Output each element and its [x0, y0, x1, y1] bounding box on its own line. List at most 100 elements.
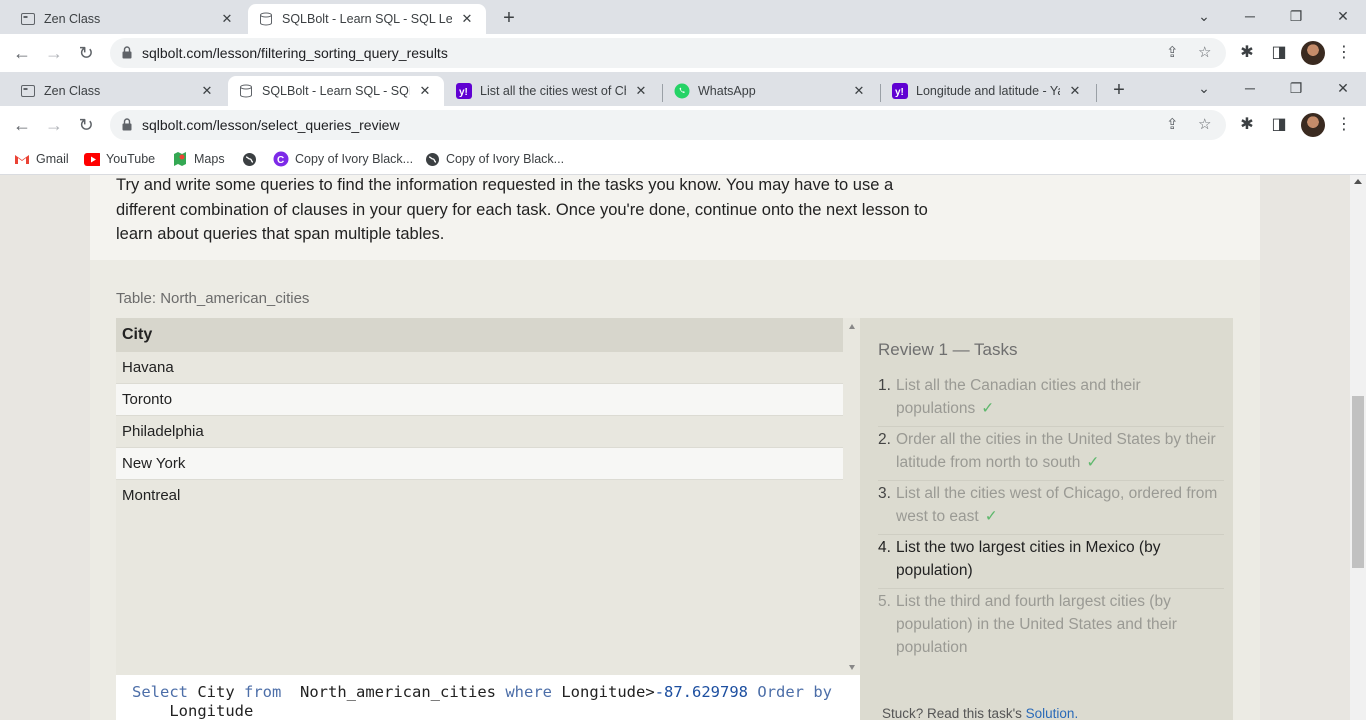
bookmark-maps[interactable]: Maps — [172, 149, 225, 169]
zen-class-icon — [20, 11, 36, 27]
task-item-2[interactable]: 2. Order all the cities in the United St… — [878, 428, 1224, 481]
scroll-up-arrow-icon[interactable] — [849, 324, 855, 329]
tab-separator — [1096, 84, 1097, 102]
solution-link[interactable]: Solution. — [1026, 706, 1079, 720]
intro-text: Try and write some queries to find the i… — [116, 176, 928, 243]
task-number: 4. — [878, 539, 891, 556]
task-item-1[interactable]: 1. List all the Canadian cities and thei… — [878, 374, 1224, 427]
task-number: 5. — [878, 593, 891, 610]
task-item-3[interactable]: 3. List all the cities west of Chicago, … — [878, 482, 1224, 535]
bookmark-label: Copy of Ivory Black... — [295, 152, 414, 166]
task-number: 3. — [878, 485, 891, 502]
menu-icon[interactable]: ⋮ — [1333, 42, 1355, 62]
sql-keyword: Order by — [757, 683, 833, 701]
sql-query-editor[interactable]: Select City from North_american_cities w… — [116, 675, 860, 720]
tab-zen-class[interactable]: Zen Class ✕ — [10, 4, 246, 34]
close-icon[interactable]: ✕ — [632, 83, 650, 99]
bookmark-label: YouTube — [106, 152, 156, 166]
tab-whatsapp[interactable]: WhatsApp ✕ — [664, 76, 878, 106]
globe-icon — [241, 151, 257, 167]
task-item-5[interactable]: 5. List the third and fourth largest cit… — [878, 590, 1224, 665]
page-scrollbar[interactable] — [1350, 175, 1366, 720]
svg-text:C: C — [277, 155, 284, 166]
reload-button[interactable]: ↻ — [72, 112, 100, 138]
forward-button[interactable]: → — [40, 112, 68, 138]
bookmarks-bar: Gmail YouTube Maps C Copy of Ivory Black… — [0, 144, 1366, 175]
task-text: Order all the cities in the United State… — [896, 431, 1216, 471]
restore-button[interactable]: ❐ — [1280, 76, 1312, 100]
tab-sqlbolt[interactable]: SQLBolt - Learn SQL - SQL Lesson ✕ — [248, 4, 486, 34]
share-icon[interactable]: ⇪ — [1166, 115, 1179, 133]
tab-sqlbolt[interactable]: SQLBolt - Learn SQL - SQL Re ✕ — [228, 76, 444, 106]
task-text: List all the cities west of Chicago, ord… — [896, 485, 1218, 525]
yahoo-icon: y! — [456, 83, 472, 99]
bookmark-youtube[interactable]: YouTube — [84, 149, 155, 169]
bookmark-globe[interactable] — [241, 149, 263, 169]
address-bar[interactable]: sqlbolt.com/lesson/select_queries_review… — [110, 110, 1226, 140]
bookmark-star-icon[interactable]: ☆ — [1198, 115, 1211, 133]
stuck-hint: Stuck? Read this task's Solution. — [882, 706, 1078, 720]
extensions-icon[interactable]: ✱ — [1236, 42, 1258, 62]
restore-button[interactable]: ❐ — [1280, 4, 1312, 28]
lock-icon — [122, 46, 132, 64]
share-icon[interactable]: ⇪ — [1166, 43, 1179, 61]
window-close-button[interactable]: ✕ — [1327, 76, 1359, 100]
column-header-city: City — [116, 318, 843, 352]
profile-avatar[interactable] — [1301, 41, 1325, 65]
menu-icon[interactable]: ⋮ — [1333, 114, 1355, 134]
table-row: New York — [116, 448, 843, 480]
tasks-panel: Review 1 — Tasks 1. List all the Canadia… — [860, 318, 1233, 720]
address-bar[interactable]: sqlbolt.com/lesson/filtering_sorting_que… — [110, 38, 1226, 68]
svg-text:y!: y! — [895, 87, 904, 98]
tab-yahoo-cities[interactable]: y! List all the cities west of Chic ✕ — [446, 76, 660, 106]
new-tab-button[interactable]: + — [495, 6, 523, 30]
bookmark-label: Maps — [194, 152, 225, 166]
side-panel-icon[interactable]: ◨ — [1268, 114, 1290, 134]
tab-search-icon[interactable]: ⌄ — [1188, 76, 1220, 100]
close-icon[interactable]: ✕ — [1066, 83, 1084, 99]
scrollbar-thumb[interactable] — [1352, 396, 1364, 568]
minimize-button[interactable]: ─ — [1234, 76, 1266, 100]
tab-separator — [880, 84, 881, 102]
scroll-up-arrow-icon[interactable] — [1354, 179, 1362, 184]
close-icon[interactable]: ✕ — [416, 83, 434, 99]
sql-keyword: where — [505, 683, 552, 701]
close-icon[interactable]: ✕ — [198, 83, 216, 99]
outer-tab-strip: Zen Class ✕ SQLBolt - Learn SQL - SQL Le… — [0, 0, 1366, 34]
close-icon[interactable]: ✕ — [458, 11, 476, 27]
task-text: List the third and fourth largest cities… — [896, 593, 1177, 656]
check-icon: ✓ — [984, 508, 998, 525]
task-number: 1. — [878, 377, 891, 394]
check-icon: ✓ — [981, 400, 995, 417]
side-panel-icon[interactable]: ◨ — [1268, 42, 1290, 62]
maps-icon — [172, 151, 188, 167]
minimize-button[interactable]: ─ — [1234, 4, 1266, 28]
bookmark-gmail[interactable]: Gmail — [14, 149, 69, 169]
extensions-icon[interactable]: ✱ — [1236, 114, 1258, 134]
tab-title: List all the cities west of Chic — [480, 84, 626, 98]
profile-avatar[interactable] — [1301, 113, 1325, 137]
close-icon[interactable]: ✕ — [218, 11, 236, 27]
whatsapp-icon — [674, 83, 690, 99]
sql-number: -87.629798 — [654, 683, 749, 701]
tab-search-icon[interactable]: ⌄ — [1188, 4, 1220, 28]
scroll-down-arrow-icon[interactable] — [849, 665, 855, 670]
reload-button[interactable]: ↻ — [72, 40, 100, 66]
bookmark-canva-copy[interactable]: C Copy of Ivory Black... — [273, 149, 413, 169]
task-item-4[interactable]: 4. List the two largest cities in Mexico… — [878, 536, 1224, 589]
results-table[interactable]: City Havana Toronto Philadelphia New Yor… — [116, 318, 860, 676]
new-tab-button[interactable]: + — [1105, 78, 1133, 102]
window-close-button[interactable]: ✕ — [1327, 4, 1359, 28]
forward-button[interactable]: → — [40, 40, 68, 66]
tab-zen-class[interactable]: Zen Class ✕ — [10, 76, 226, 106]
gmail-icon — [14, 151, 30, 167]
sql-table: North_american_cities — [300, 683, 496, 701]
tab-yahoo-longitude[interactable]: y! Longitude and latitude - Yah ✕ — [882, 76, 1094, 106]
tab-title: Zen Class — [44, 84, 101, 98]
back-button[interactable]: ← — [8, 112, 36, 138]
close-icon[interactable]: ✕ — [850, 83, 868, 99]
bookmark-star-icon[interactable]: ☆ — [1198, 43, 1211, 61]
results-scrollbar[interactable] — [845, 318, 860, 676]
bookmark-ivory-copy[interactable]: Copy of Ivory Black... — [424, 149, 564, 169]
back-button[interactable]: ← — [8, 40, 36, 66]
